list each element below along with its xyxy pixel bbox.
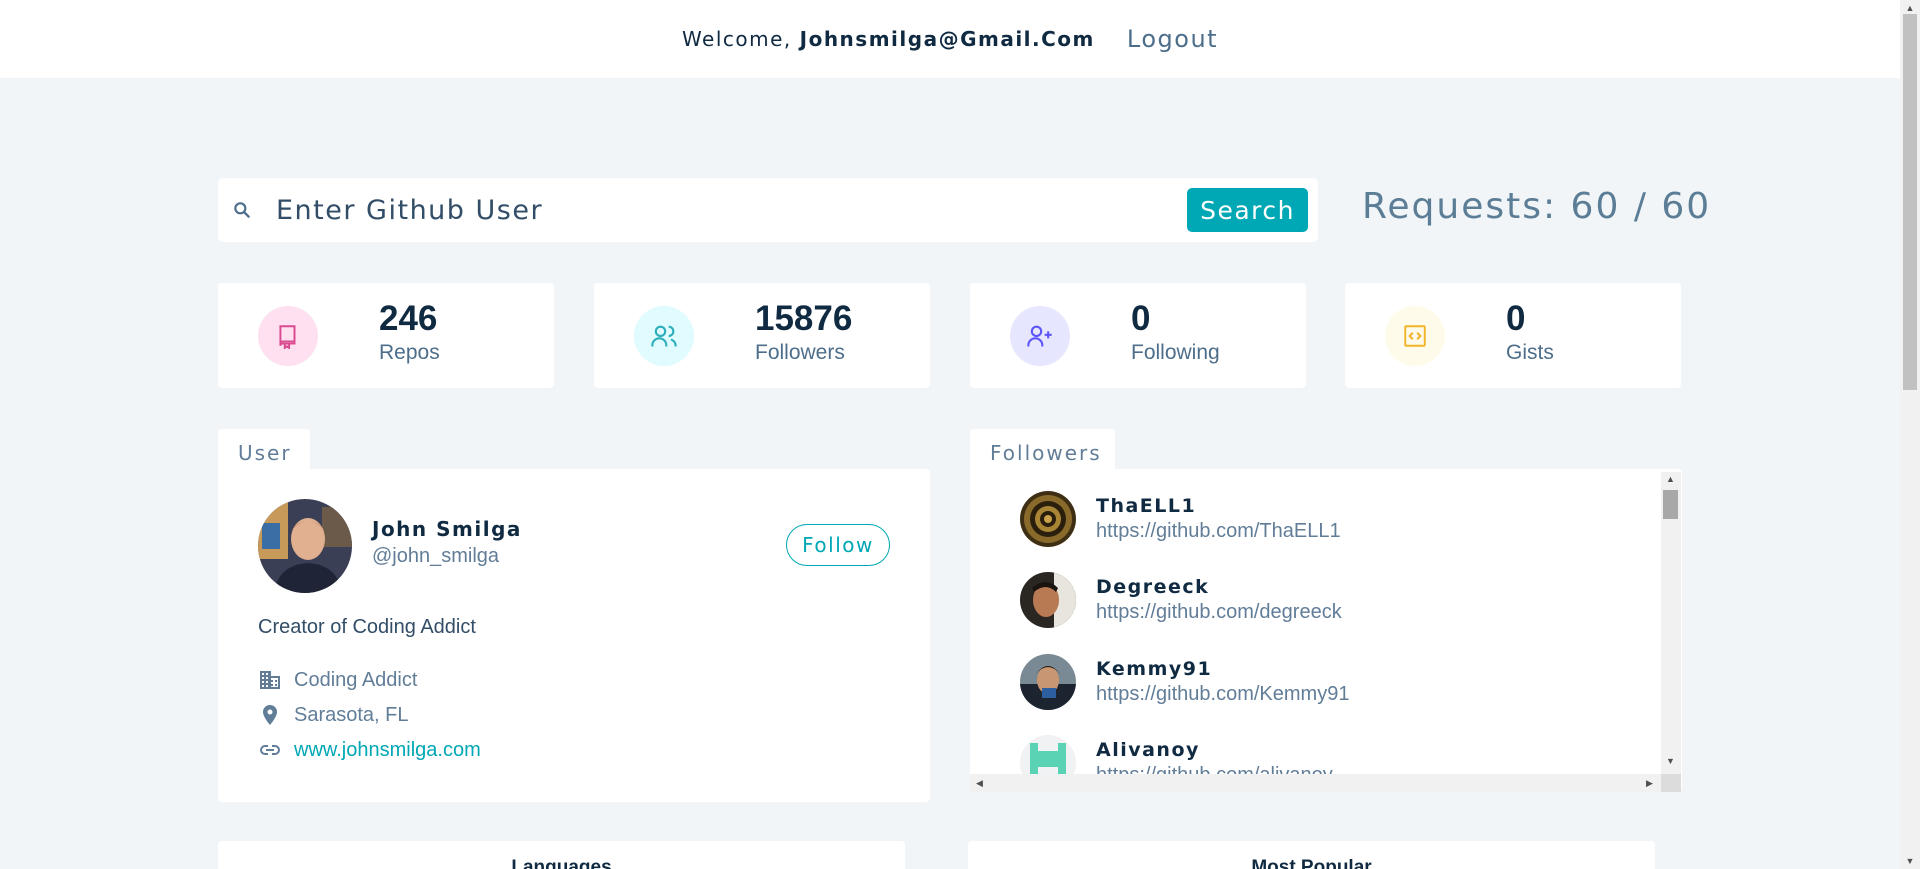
company-row: Coding Addict — [258, 668, 417, 692]
link-icon — [260, 745, 280, 755]
follower-item[interactable]: Kemmy91 https://github.com/Kemmy91 — [1020, 654, 1349, 710]
followers-scroll-down-icon[interactable]: ▼ — [1666, 756, 1675, 766]
followers-hscrollbar[interactable] — [970, 774, 1661, 792]
follower-avatar — [1020, 572, 1076, 628]
logout-button[interactable]: Logout — [1127, 25, 1218, 53]
languages-title: Languages — [511, 857, 612, 869]
user-bio: Creator of Coding Addict — [258, 616, 476, 638]
followers-label: Followers — [755, 341, 845, 364]
avatar — [258, 499, 352, 593]
follower-item[interactable]: ThaELL1 https://github.com/ThaELL1 — [1020, 491, 1341, 547]
follower-url[interactable]: https://github.com/degreeck — [1096, 601, 1342, 624]
user-card: John Smilga @john_smilga Follow Creator … — [218, 469, 930, 802]
stat-card-gists: 0 Gists — [1345, 283, 1681, 388]
follow-button[interactable]: Follow — [786, 524, 890, 566]
users-icon — [634, 306, 694, 366]
location-row: Sarasota, FL — [258, 703, 409, 727]
follower-name: Alivanoy — [1096, 739, 1200, 761]
follower-name: ThaELL1 — [1096, 495, 1197, 517]
following-label: Following — [1131, 341, 1220, 364]
blog-link[interactable]: www.johnsmilga.com — [294, 739, 481, 762]
welcome-prefix: Welcome, — [681, 27, 800, 51]
followers-count: 15876 — [755, 299, 853, 338]
follower-name: Degreeck — [1096, 576, 1210, 598]
user-login: @john_smilga — [372, 545, 500, 567]
repos-count: 246 — [379, 299, 438, 338]
search-button[interactable]: Search — [1187, 188, 1308, 232]
navbar: Welcome, Johnsmilga@Gmail.Com Logout — [0, 0, 1900, 78]
most-popular-card: Most Popular — [968, 841, 1655, 869]
scrollbar-corner — [1661, 774, 1681, 792]
stat-card-following: 0 Following — [970, 283, 1306, 388]
search-icon — [230, 198, 254, 222]
requests-counter: Requests: 60 / 60 — [1362, 186, 1712, 227]
followers-scroll-up-icon[interactable]: ▲ — [1666, 474, 1675, 484]
follower-item[interactable]: Degreeck https://github.com/degreeck — [1020, 572, 1342, 628]
stat-card-repos: 246 Repos — [218, 283, 554, 388]
most-popular-title: Most Popular — [1251, 857, 1372, 869]
user-plus-icon — [1010, 306, 1070, 366]
followers-list: ThaELL1 https://github.com/ThaELL1 Degre… — [970, 469, 1682, 792]
follower-url[interactable]: https://github.com/Kemmy91 — [1096, 683, 1349, 706]
stat-card-followers: 15876 Followers — [594, 283, 930, 388]
location-pin-icon — [263, 705, 277, 725]
scroll-down-icon[interactable]: ▼ — [1903, 855, 1917, 867]
location-text: Sarasota, FL — [294, 703, 409, 726]
user-tab: User — [218, 429, 310, 470]
languages-card: Languages — [218, 841, 905, 869]
user-name: John Smilga — [372, 517, 522, 541]
follower-avatar — [1020, 491, 1076, 547]
search-form: Search — [218, 178, 1318, 242]
scroll-up-icon[interactable]: ▲ — [1903, 2, 1917, 14]
search-input[interactable] — [254, 194, 1188, 226]
book-icon — [258, 306, 318, 366]
company-text: Coding Addict — [294, 668, 418, 691]
gists-label: Gists — [1506, 341, 1554, 364]
following-count: 0 — [1131, 299, 1151, 338]
user-email: Johnsmilga@Gmail.Com — [799, 27, 1095, 51]
welcome-text: Welcome, Johnsmilga@Gmail.Com — [682, 27, 1095, 51]
repos-label: Repos — [379, 341, 440, 364]
follower-name: Kemmy91 — [1096, 658, 1213, 680]
code-icon — [1385, 306, 1445, 366]
follower-avatar — [1020, 654, 1076, 710]
followers-scroll-right-icon[interactable]: ▶ — [1646, 778, 1653, 788]
follower-url[interactable]: https://github.com/ThaELL1 — [1096, 520, 1341, 543]
followers-scrollbar-thumb[interactable] — [1663, 490, 1678, 519]
gists-count: 0 — [1506, 299, 1526, 338]
followers-scroll-left-icon[interactable]: ◀ — [976, 778, 983, 788]
followers-tab: Followers — [970, 429, 1115, 470]
page-scrollbar-thumb[interactable] — [1903, 14, 1917, 390]
blog-row: www.johnsmilga.com — [258, 738, 481, 762]
building-icon — [260, 671, 280, 689]
